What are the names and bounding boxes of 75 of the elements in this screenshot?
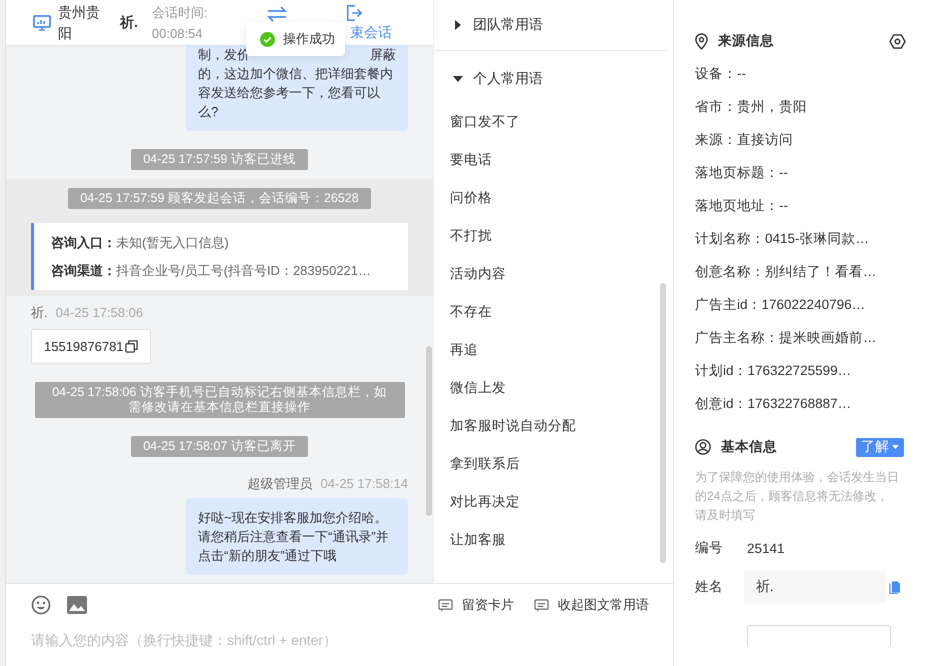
message-text: 好哒~现在安排客服加您介绍哈。 bbox=[198, 509, 389, 527]
phrase-item[interactable]: 拿到联系后 bbox=[434, 445, 673, 483]
exit-icon bbox=[344, 4, 363, 22]
system-notice: 04-25 17:57:59 访客已进线 bbox=[131, 149, 308, 170]
name-field[interactable]: 祈. bbox=[744, 571, 886, 603]
phrase-item[interactable]: 不打扰 bbox=[434, 217, 673, 255]
info-row-text: 设备：-- bbox=[695, 65, 747, 83]
system-notice: 04-25 17:57:59 顾客发起会话，会话编号：26528 bbox=[68, 188, 371, 209]
message-text: 请您稍后注意查看一下“通讯录”并 bbox=[198, 528, 390, 546]
transfer-icon[interactable] bbox=[266, 6, 288, 22]
info-row-text: 创意id：176322768887… bbox=[695, 395, 852, 413]
user-icon bbox=[695, 439, 711, 455]
system-notice: 04-25 17:58:06 访客手机号已自动标记右侧基本信息栏，如需修改请在基本信息栏直接操作 bbox=[34, 382, 404, 418]
notice-text: 为了保障您的使用体验，会话发生当日的24点之后，顾客信息将无法修改，请及时填写 bbox=[695, 469, 900, 524]
message-text: 的，这边加个微信、把详细套餐内 bbox=[198, 65, 394, 83]
location-pin-icon bbox=[695, 32, 708, 50]
caret-down-icon bbox=[892, 444, 899, 450]
info-row-text: 落地页标题：-- bbox=[695, 164, 789, 182]
copy-icon[interactable] bbox=[124, 340, 138, 353]
message-text: 屏蔽 bbox=[370, 46, 396, 64]
scrollbar[interactable] bbox=[660, 283, 666, 563]
info-row-text: 省市：贵州，贵阳 bbox=[695, 98, 808, 116]
success-icon bbox=[260, 32, 275, 46]
message-icon bbox=[534, 598, 549, 612]
duration-label: 会话时间: bbox=[152, 4, 209, 22]
duration-value: 00:08:54 bbox=[152, 24, 204, 42]
message-time: 04-25 17:58:14 bbox=[320, 476, 408, 492]
sender-name: 祈. bbox=[31, 305, 48, 321]
system-notice: 04-25 17:58:07 访客已离开 bbox=[131, 436, 308, 457]
message-text: 15519876781 bbox=[44, 339, 124, 354]
image-icon[interactable] bbox=[67, 596, 87, 614]
message-icon bbox=[438, 598, 453, 612]
phrase-item[interactable]: 让加客服 bbox=[434, 521, 673, 559]
info-row-text: 广告主id：176022240796… bbox=[695, 296, 866, 314]
phrase-group-header[interactable]: 团队常用语 bbox=[434, 0, 667, 51]
info-row-text: 计划id：176322725599… bbox=[695, 362, 852, 380]
field-value: 25141 bbox=[747, 540, 785, 556]
field-label: 姓名 bbox=[695, 578, 724, 596]
info-row-text: 落地页地址：-- bbox=[695, 197, 789, 215]
toolbar-link[interactable]: 留资卡片 bbox=[438, 596, 514, 614]
phrase-item[interactable]: 问价格 bbox=[434, 179, 673, 217]
visitor-name: 祈. bbox=[120, 14, 138, 32]
field-value: 未知(暂无入口信息) bbox=[116, 235, 229, 250]
message-text: 容发送给您参考一下，您看可以 bbox=[198, 84, 381, 102]
field-label: 咨询渠道： bbox=[51, 263, 116, 278]
emoji-icon[interactable] bbox=[31, 595, 51, 615]
info-row-text: 广告主名称：提米映画婚前… bbox=[695, 329, 878, 347]
section-title: 基本信息 bbox=[721, 438, 777, 456]
info-row-text: 计划名称：0415-张琳同款… bbox=[695, 230, 870, 248]
message-time: 04-25 17:58:06 bbox=[56, 305, 144, 321]
phrase-item[interactable]: 活动内容 bbox=[434, 255, 673, 293]
phrase-item[interactable]: 微信上发 bbox=[434, 369, 673, 407]
caret-down-icon bbox=[453, 74, 463, 84]
field-label: 咨询入口： bbox=[51, 235, 116, 250]
phrase-item[interactable]: 加客服时说自动分配 bbox=[434, 407, 673, 445]
phrase-item[interactable]: 要电话 bbox=[434, 141, 673, 179]
info-row-text: 创意名称：别纠结了！看看… bbox=[695, 263, 878, 281]
section-title: 来源信息 bbox=[718, 32, 774, 50]
info-row-text: 来源：直接访问 bbox=[695, 131, 794, 149]
toast-text: 操作成功 bbox=[283, 30, 335, 48]
input-field[interactable] bbox=[747, 625, 891, 646]
caret-right-icon bbox=[453, 20, 463, 30]
visitor-location: 贵州贵阳 bbox=[58, 2, 101, 42]
field-label: 编号 bbox=[695, 539, 724, 557]
phrase-item[interactable]: 再追 bbox=[434, 331, 673, 369]
toolbar-link[interactable]: 收起图文常用语 bbox=[534, 596, 649, 614]
monitor-icon bbox=[32, 12, 52, 32]
phrase-item[interactable]: 对比再决定 bbox=[434, 483, 673, 521]
message-text: 点击“新的朋友”通过下哦 bbox=[198, 547, 338, 565]
settings-icon[interactable] bbox=[889, 34, 906, 48]
sender-name: 超级管理员 bbox=[248, 476, 313, 492]
message-text: 么? bbox=[198, 103, 220, 121]
phrase-item[interactable]: 不存在 bbox=[434, 293, 673, 331]
scrollbar[interactable] bbox=[426, 346, 432, 516]
field-value: 抖音企业号/员工号(抖音号ID：283950221… bbox=[116, 263, 372, 278]
